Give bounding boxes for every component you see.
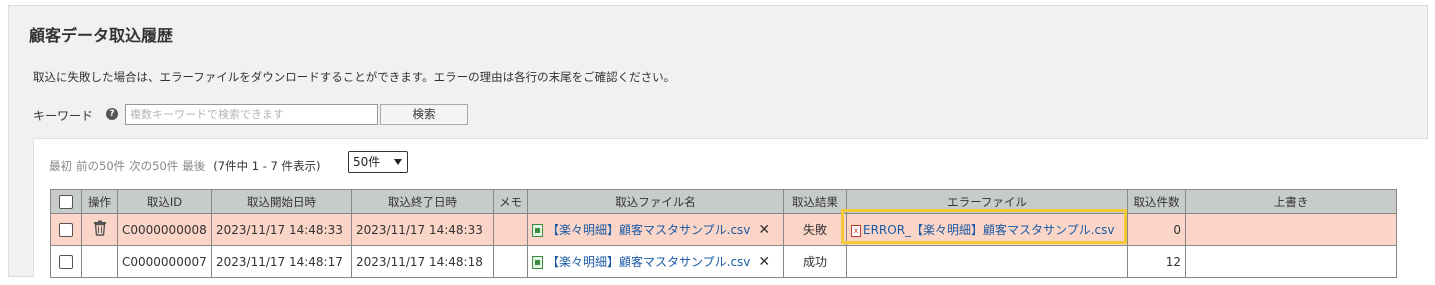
pager-count: (7件中 1 - 7 件表示) <box>213 159 321 173</box>
trash-icon[interactable] <box>93 220 107 236</box>
row-checkbox[interactable] <box>59 254 73 269</box>
row-error-file-cell <box>846 245 1128 278</box>
keyword-label: キーワード <box>33 109 94 123</box>
row-import-id: C0000000007 <box>117 245 212 278</box>
col-header-file[interactable]: 取込ファイル名 <box>527 189 784 214</box>
col-header-overwrite: 上書き <box>1185 189 1397 214</box>
page-description: 取込に失敗した場合は、エラーファイルをダウンロードすることができます。エラーの理… <box>33 70 676 84</box>
row-memo <box>493 213 528 246</box>
page-size-select[interactable]: 50件 <box>348 151 408 173</box>
import-history-table: 操作 取込ID 取込開始日時 取込終了日時 メモ 取込ファイル名 取込結果 エラ… <box>50 189 1397 278</box>
col-header-end[interactable]: 取込終了日時 <box>351 189 494 214</box>
page-size-value: 50件 <box>353 155 381 169</box>
row-overwrite <box>1185 245 1397 278</box>
col-header-id[interactable]: 取込ID <box>117 189 212 214</box>
pager-prev-link[interactable]: 前の50件 <box>76 159 125 173</box>
help-icon[interactable]: ? <box>106 108 118 120</box>
import-file-link[interactable]: 【楽々明細】顧客マスタサンプル.csv <box>547 223 750 237</box>
col-header-result[interactable]: 取込結果 <box>783 189 847 214</box>
row-end-time: 2023/11/17 14:48:18 <box>351 245 494 278</box>
keyword-search-input[interactable] <box>125 104 378 125</box>
row-action-cell <box>81 213 118 246</box>
chevron-down-icon <box>394 159 402 165</box>
pager-next-link[interactable]: 次の50件 <box>129 159 178 173</box>
row-start-time: 2023/11/17 14:48:33 <box>211 213 352 246</box>
row-result: 失敗 <box>783 213 847 246</box>
row-import-id: C0000000008 <box>117 213 212 246</box>
col-select-all[interactable] <box>50 189 82 214</box>
row-file-cell: 【楽々明細】顧客マスタサンプル.csv ✕ <box>527 213 784 246</box>
row-action-cell <box>81 245 118 278</box>
col-header-memo: メモ <box>493 189 528 214</box>
row-overwrite <box>1185 213 1397 246</box>
import-file-link[interactable]: 【楽々明細】顧客マスタサンプル.csv <box>547 255 750 269</box>
row-count: 0 <box>1127 213 1186 246</box>
row-memo <box>493 245 528 278</box>
page-title: 顧客データ取込履歴 <box>29 26 174 45</box>
row-count: 12 <box>1127 245 1186 278</box>
import-history-panel: 顧客データ取込履歴 取込に失敗した場合は、エラーファイルをダウンロードすることが… <box>8 5 1429 278</box>
row-start-time: 2023/11/17 14:48:17 <box>211 245 352 278</box>
results-area: 最初 前の50件 次の50件 最後 (7件中 1 - 7 件表示) 50件 操作 取込I… <box>33 138 1429 278</box>
row-checkbox[interactable] <box>59 222 73 237</box>
col-header-action: 操作 <box>81 189 118 214</box>
table-row: C0000000007 2023/11/17 14:48:17 2023/11/… <box>50 245 1397 278</box>
row-select-cell[interactable] <box>50 245 82 278</box>
table-header-row: 操作 取込ID 取込開始日時 取込終了日時 メモ 取込ファイル名 取込結果 エラ… <box>50 189 1397 214</box>
error-file-link[interactable]: ERROR_【楽々明細】顧客マスタサンプル.csv <box>863 223 1114 237</box>
col-header-count[interactable]: 取込件数 <box>1127 189 1186 214</box>
pager-last-link[interactable]: 最後 <box>182 159 205 173</box>
table-row: C0000000008 2023/11/17 14:48:33 2023/11/… <box>50 213 1397 246</box>
remove-file-icon[interactable]: ✕ <box>758 254 770 270</box>
error-file-icon: x <box>851 224 861 237</box>
pager-first-link[interactable]: 最初 <box>49 159 72 173</box>
col-header-start[interactable]: 取込開始日時 <box>211 189 352 214</box>
row-end-time: 2023/11/17 14:48:33 <box>351 213 494 246</box>
row-error-file-cell: x ERROR_【楽々明細】顧客マスタサンプル.csv <box>846 213 1128 246</box>
pagination: 最初 前の50件 次の50件 最後 (7件中 1 - 7 件表示) <box>49 158 324 174</box>
remove-file-icon[interactable]: ✕ <box>758 222 770 238</box>
csv-file-icon <box>532 224 543 237</box>
search-button[interactable]: 検索 <box>380 104 468 125</box>
select-all-checkbox[interactable] <box>59 194 73 209</box>
row-result: 成功 <box>783 245 847 278</box>
row-file-cell: 【楽々明細】顧客マスタサンプル.csv ✕ <box>527 245 784 278</box>
col-header-error-file: エラーファイル <box>846 189 1128 214</box>
csv-file-icon <box>532 256 543 269</box>
row-select-cell[interactable] <box>50 213 82 246</box>
